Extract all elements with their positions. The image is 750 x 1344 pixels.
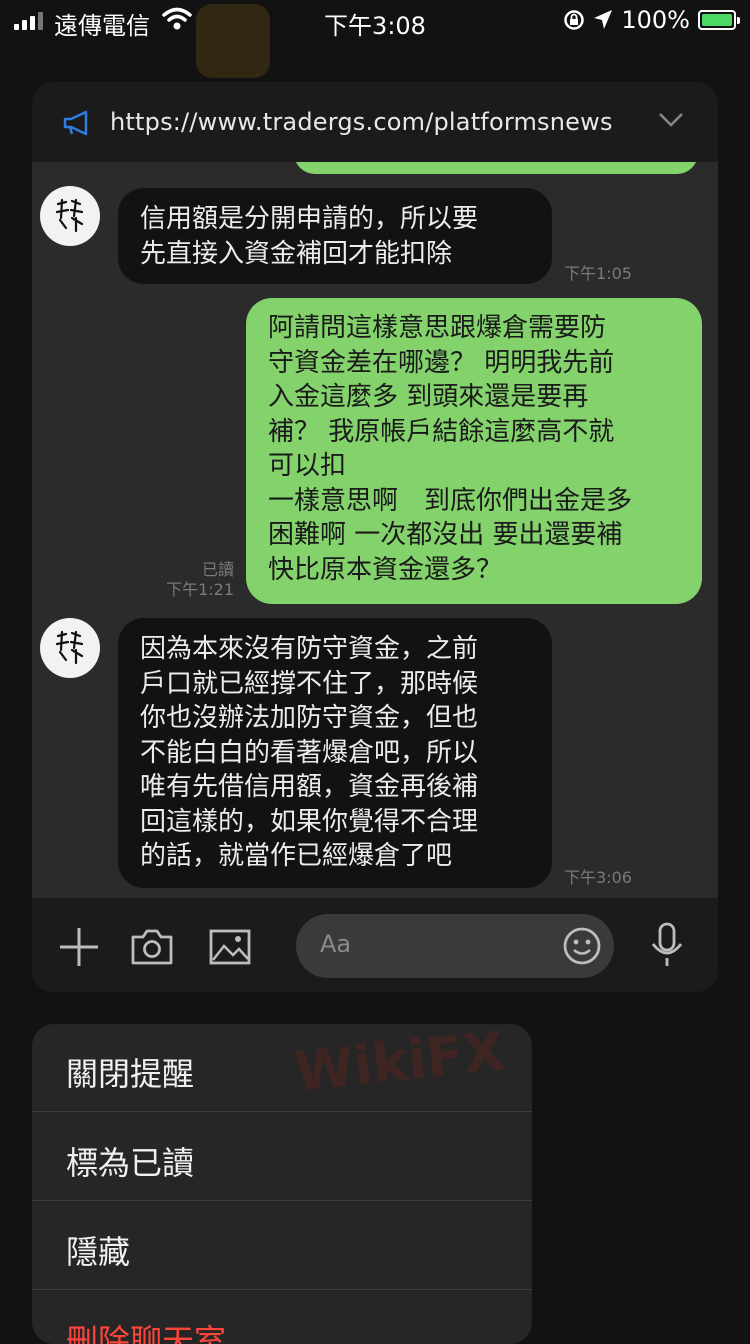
calligraphy-logo-icon: [55, 198, 84, 233]
avatar[interactable]: [40, 618, 100, 678]
location-arrow-icon: [594, 10, 613, 29]
rotation-lock-icon: [564, 10, 585, 30]
battery-percent: 100%: [621, 6, 690, 34]
input-bar: Aa: [32, 898, 718, 992]
calligraphy-logo-icon: [55, 630, 84, 665]
menu-item-delete-chat[interactable]: 刪除聊天室: [32, 1291, 532, 1344]
microphone-icon[interactable]: [650, 922, 684, 968]
emoji-icon[interactable]: [562, 926, 602, 966]
camera-icon[interactable]: [130, 928, 174, 966]
menu-item-mark-as-read[interactable]: 標為已讀: [32, 1113, 532, 1201]
image-icon[interactable]: [208, 928, 252, 966]
chevron-down-icon[interactable]: [658, 112, 684, 128]
incoming-message: 因為本來沒有防守資金，之前 戶口就已經撐不住了，那時候 你也沒辦法加防守資金，但…: [118, 618, 552, 888]
input-placeholder: Aa: [320, 930, 352, 958]
watermark-logo: [196, 4, 270, 78]
link-url[interactable]: https://www.tradergs.com/platformsnews: [110, 108, 613, 136]
message-time: 下午3:06: [564, 868, 632, 887]
chat-preview: https://www.tradergs.com/platformsnews 信…: [32, 82, 718, 992]
incoming-message: 信用額是分開申請的，所以要 先直接入資金補回才能扣除: [118, 188, 552, 284]
plus-icon[interactable]: [58, 926, 100, 968]
status-bar: 遠傳電信 下午3:08 100%: [0, 0, 750, 44]
battery-icon: [698, 10, 740, 30]
link-bar[interactable]: https://www.tradergs.com/platformsnews: [32, 82, 718, 162]
avatar[interactable]: [40, 186, 100, 246]
previous-outgoing-bubble: [294, 162, 698, 174]
menu-item-hide[interactable]: 隱藏: [32, 1202, 532, 1290]
read-receipt: 已讀 下午1:21: [166, 560, 234, 599]
outgoing-message: 阿請問這樣意思跟爆倉需要防 守資金差在哪邊？ 明明我先前 入金這麼多 到頭來還是…: [246, 298, 702, 604]
megaphone-icon: [63, 110, 88, 136]
message-list[interactable]: 信用額是分開申請的，所以要 先直接入資金補回才能扣除 下午1:05 已讀 下午1…: [32, 162, 718, 898]
message-input[interactable]: Aa: [296, 914, 614, 978]
message-time: 下午1:05: [564, 264, 632, 283]
